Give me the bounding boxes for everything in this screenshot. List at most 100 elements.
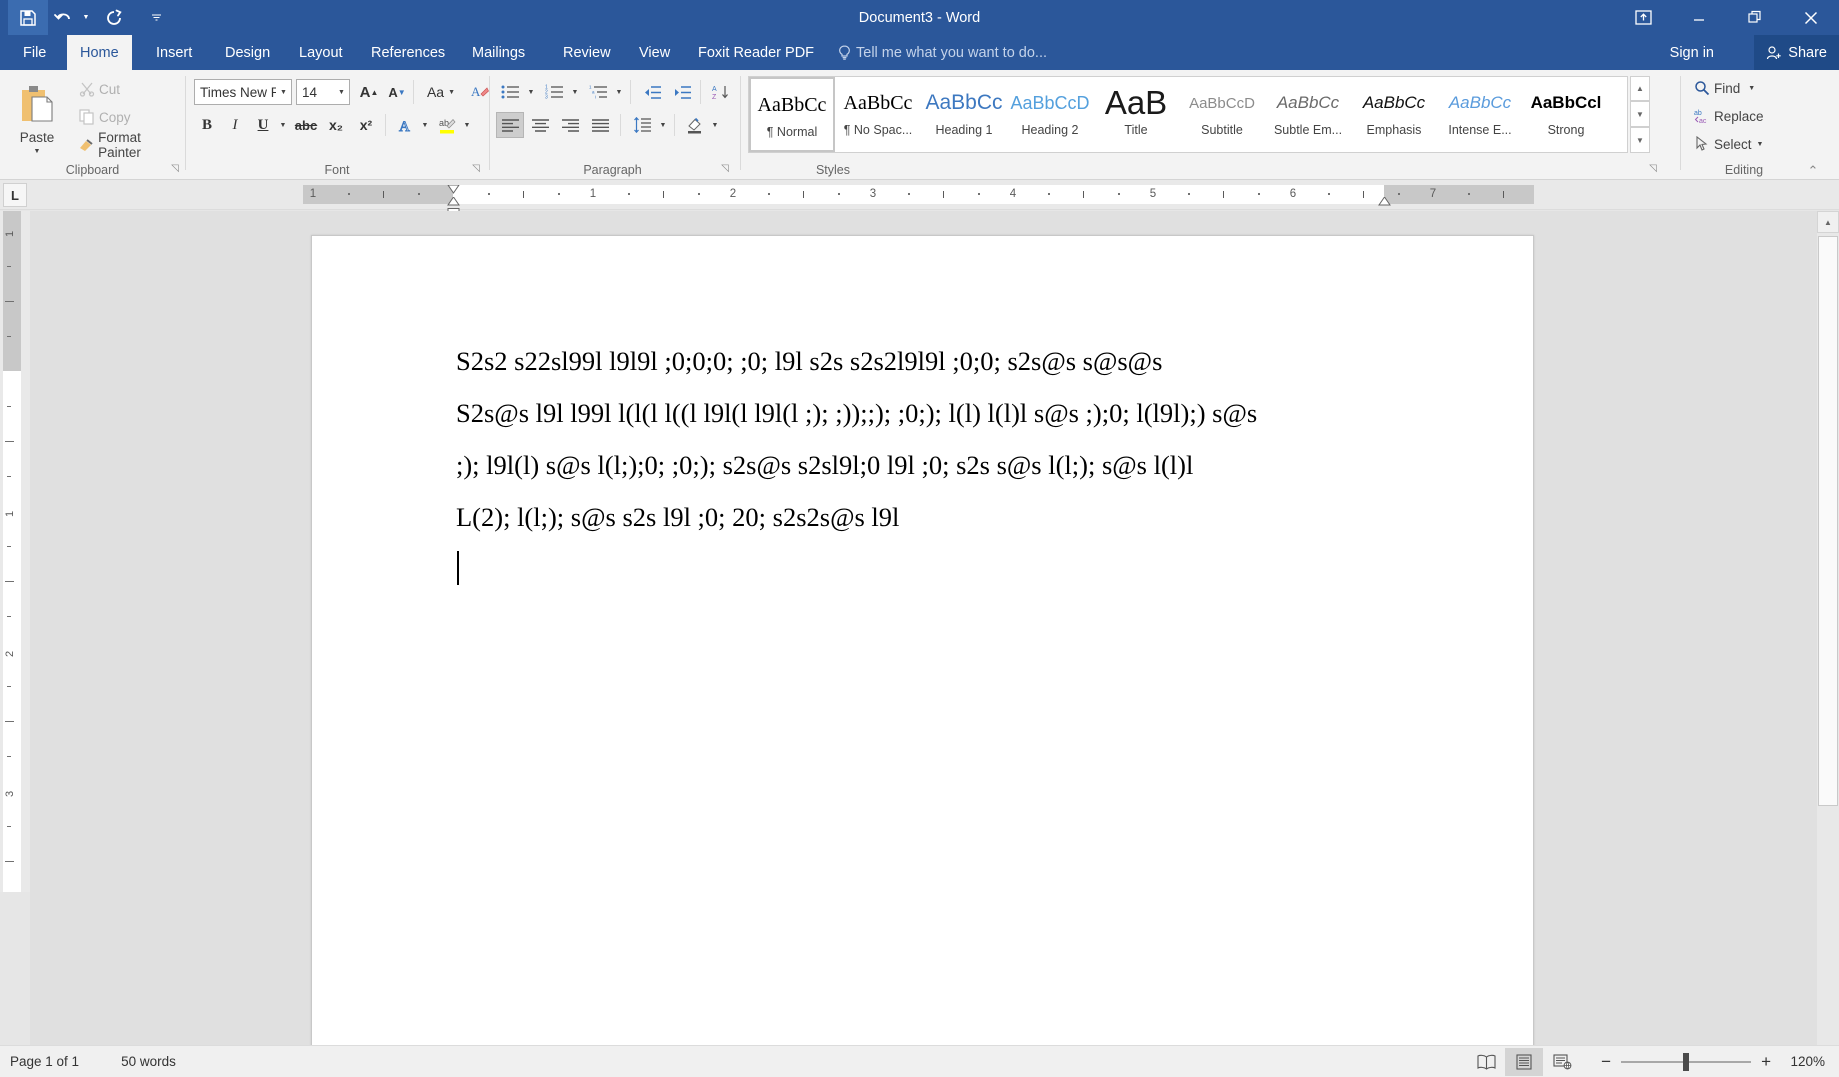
ribbon-display-options-button[interactable] bbox=[1615, 0, 1671, 35]
styles-dialog-launcher[interactable]: ◹ bbox=[1646, 162, 1660, 176]
collapse-ribbon-button[interactable]: ⌃ bbox=[1806, 164, 1820, 178]
document-page[interactable]: S2s2 s22sl99l l9l9l ;0;0;0; ;0; l9l s2s … bbox=[311, 235, 1534, 1045]
tab-home[interactable]: Home bbox=[67, 35, 132, 70]
tab-review[interactable]: Review bbox=[550, 35, 624, 70]
bullets-dropdown-arrow[interactable]: ▼ bbox=[524, 79, 538, 105]
superscript-button[interactable]: x² bbox=[352, 112, 380, 138]
decrease-indent-button[interactable] bbox=[638, 79, 666, 105]
copy-button[interactable]: Copy bbox=[74, 106, 132, 128]
underline-button[interactable]: U bbox=[250, 112, 276, 138]
tab-insert[interactable]: Insert bbox=[143, 35, 205, 70]
font-name-combo[interactable]: Times New Ro ▼ bbox=[194, 79, 292, 105]
document-line[interactable]: L(2); l(l;); s@s s2s l9l ;0; 20; s2s2s@s… bbox=[456, 502, 899, 533]
zoom-level[interactable]: 120% bbox=[1781, 1054, 1825, 1069]
sort-button[interactable]: A Z bbox=[706, 79, 734, 105]
tab-layout[interactable]: Layout bbox=[286, 35, 356, 70]
style-item-normal[interactable]: AaBbCc ¶ Normal bbox=[749, 77, 835, 152]
word-count[interactable]: 50 words bbox=[121, 1054, 176, 1069]
tab-mailings[interactable]: Mailings bbox=[459, 35, 538, 70]
scrollbar-thumb[interactable] bbox=[1818, 236, 1838, 806]
replace-button[interactable]: ab ac Replace bbox=[1689, 104, 1765, 128]
zoom-slider-thumb[interactable] bbox=[1683, 1053, 1689, 1071]
font-name-dropdown-arrow[interactable]: ▼ bbox=[276, 80, 291, 104]
scroll-up-button[interactable]: ▲ bbox=[1817, 211, 1839, 233]
horizontal-ruler[interactable]: L 11234567 bbox=[0, 180, 1839, 210]
highlight-button[interactable]: ab bbox=[434, 112, 460, 138]
style-item-intense-emphasis[interactable]: AaBbCc Intense E... bbox=[1437, 77, 1523, 152]
zoom-out-button[interactable]: − bbox=[1601, 1052, 1611, 1072]
font-size-dropdown-arrow[interactable]: ▼ bbox=[334, 80, 349, 104]
styles-scroll-up-button[interactable]: ▲ bbox=[1630, 76, 1650, 101]
format-painter-button[interactable]: Format Painter bbox=[74, 134, 185, 156]
bold-button[interactable]: B bbox=[194, 112, 220, 138]
shrink-font-button[interactable]: A▼ bbox=[384, 79, 410, 105]
tab-selector-button[interactable]: L bbox=[3, 183, 27, 207]
tab-foxit-reader-pdf[interactable]: Foxit Reader PDF bbox=[685, 35, 827, 70]
customize-quick-access-toolbar-button[interactable] bbox=[148, 0, 164, 35]
document-line[interactable]: S2s@s l9l l99l l(l(l l((l l9l(l l9l(l ;)… bbox=[456, 398, 1257, 429]
strikethrough-button[interactable]: abc bbox=[292, 112, 320, 138]
styles-scroll-down-button[interactable]: ▼ bbox=[1630, 101, 1650, 127]
align-left-button[interactable] bbox=[496, 112, 524, 138]
undo-button[interactable] bbox=[48, 0, 78, 35]
style-item-heading-2[interactable]: AaBbCcD Heading 2 bbox=[1007, 77, 1093, 152]
document-line[interactable]: ;); l9l(l) s@s l(l;);0; ;0;); s2s@s s2sl… bbox=[456, 450, 1193, 481]
subscript-button[interactable]: x₂ bbox=[322, 112, 350, 138]
tab-file[interactable]: File bbox=[10, 35, 59, 70]
undo-dropdown-arrow[interactable]: ▼ bbox=[78, 0, 94, 35]
document-line[interactable]: S2s2 s22sl99l l9l9l ;0;0;0; ;0; l9l s2s … bbox=[456, 346, 1162, 377]
font-size-combo[interactable]: 14 ▼ bbox=[296, 79, 350, 105]
vertical-ruler[interactable]: 1123 bbox=[0, 211, 30, 892]
text-effects-button[interactable]: A bbox=[392, 112, 418, 138]
paste-dropdown-arrow[interactable]: ▼ bbox=[34, 148, 41, 155]
multilevel-list-dropdown-arrow[interactable]: ▼ bbox=[612, 79, 626, 105]
justify-button[interactable] bbox=[586, 112, 614, 138]
multilevel-list-button[interactable]: 1 a i bbox=[584, 79, 612, 105]
share-button[interactable]: Share bbox=[1754, 35, 1839, 70]
align-right-button[interactable] bbox=[556, 112, 584, 138]
find-dropdown-arrow[interactable]: ▼ bbox=[1748, 85, 1755, 92]
select-button[interactable]: Select ▼ bbox=[1689, 132, 1764, 156]
redo-button[interactable] bbox=[94, 0, 134, 35]
document-canvas[interactable]: S2s2 s22sl99l l9l9l ;0;0;0; ;0; l9l s2s … bbox=[30, 211, 1817, 1045]
close-button[interactable] bbox=[1783, 0, 1839, 35]
underline-dropdown-arrow[interactable]: ▼ bbox=[276, 112, 290, 138]
page-indicator[interactable]: Page 1 of 1 bbox=[10, 1054, 79, 1069]
select-dropdown-arrow[interactable]: ▼ bbox=[1757, 141, 1764, 148]
line-spacing-button[interactable] bbox=[628, 112, 656, 138]
line-spacing-dropdown-arrow[interactable]: ▼ bbox=[656, 112, 670, 138]
paste-button[interactable]: Paste ▼ bbox=[8, 76, 66, 162]
increase-indent-button[interactable] bbox=[668, 79, 696, 105]
style-item-subtitle[interactable]: AaBbCcD Subtitle bbox=[1179, 77, 1265, 152]
minimize-button[interactable] bbox=[1671, 0, 1727, 35]
align-center-button[interactable] bbox=[526, 112, 554, 138]
numbering-button[interactable]: 1 2 3 bbox=[540, 79, 568, 105]
web-layout-button[interactable] bbox=[1543, 1048, 1581, 1076]
shading-button[interactable] bbox=[680, 112, 708, 138]
shading-dropdown-arrow[interactable]: ▼ bbox=[708, 112, 722, 138]
tab-view[interactable]: View bbox=[626, 35, 683, 70]
zoom-slider[interactable] bbox=[1621, 1048, 1751, 1076]
style-item-no-spacing[interactable]: AaBbCc ¶ No Spac... bbox=[835, 77, 921, 152]
style-item-subtle-emphasis[interactable]: AaBbCc Subtle Em... bbox=[1265, 77, 1351, 152]
italic-button[interactable]: I bbox=[222, 112, 248, 138]
bullets-button[interactable] bbox=[496, 79, 524, 105]
sign-in-button[interactable]: Sign in bbox=[1670, 35, 1714, 70]
tab-design[interactable]: Design bbox=[212, 35, 283, 70]
restore-button[interactable] bbox=[1727, 0, 1783, 35]
zoom-in-button[interactable]: + bbox=[1761, 1052, 1771, 1072]
print-layout-button[interactable] bbox=[1505, 1048, 1543, 1076]
styles-more-button[interactable]: ▼ bbox=[1630, 127, 1650, 153]
save-button[interactable] bbox=[8, 0, 48, 35]
vertical-scrollbar[interactable]: ▲ bbox=[1817, 211, 1839, 1045]
numbering-dropdown-arrow[interactable]: ▼ bbox=[568, 79, 582, 105]
styles-gallery[interactable]: AaBbCc ¶ Normal AaBbCc ¶ No Spac... AaBb… bbox=[748, 76, 1628, 153]
style-item-title[interactable]: AaB Title bbox=[1093, 77, 1179, 152]
style-item-heading-1[interactable]: AaBbCc Heading 1 bbox=[921, 77, 1007, 152]
read-mode-button[interactable] bbox=[1467, 1048, 1505, 1076]
tell-me-search[interactable]: Tell me what you want to do... bbox=[832, 35, 1047, 70]
grow-font-button[interactable]: A▲ bbox=[356, 79, 382, 105]
right-indent-marker[interactable] bbox=[1378, 193, 1391, 211]
text-effects-dropdown-arrow[interactable]: ▼ bbox=[418, 112, 432, 138]
style-item-strong[interactable]: AaBbCcl Strong bbox=[1523, 77, 1609, 152]
